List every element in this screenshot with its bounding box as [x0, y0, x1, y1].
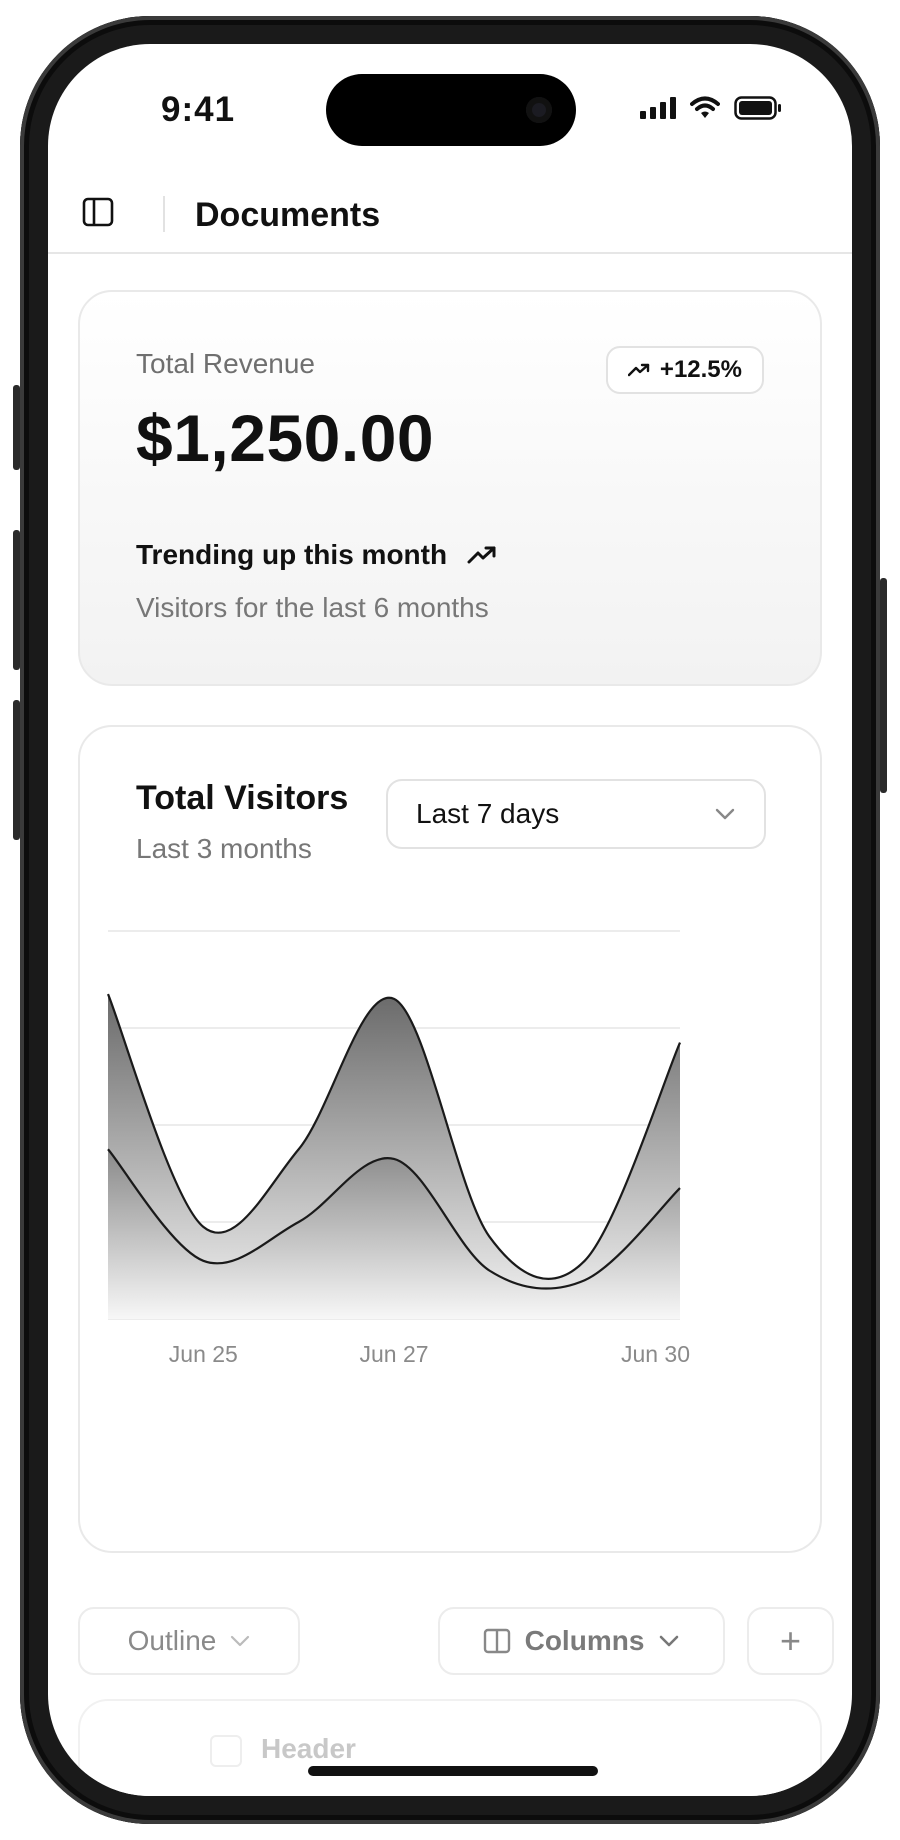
- revenue-subtext: Visitors for the last 6 months: [136, 592, 489, 623]
- visitors-area-chart: Jun 25 Jun 27 Jun 30: [106, 930, 690, 1367]
- outline-label: Outline: [127, 1625, 217, 1656]
- outline-select[interactable]: Outline: [78, 1607, 300, 1675]
- status-time: 9:41: [161, 90, 236, 129]
- columns-label: Columns: [524, 1625, 645, 1656]
- chevron-down-icon: [231, 1635, 250, 1647]
- page-title: Documents: [195, 196, 381, 234]
- x-tick-label: Jun 27: [359, 1341, 428, 1367]
- trend-text: Trending up this month: [136, 539, 448, 570]
- phone-screen: 9:41 Documents Total Revenue $1,250.00 +…: [48, 44, 852, 1796]
- sidebar-toggle-button[interactable]: [78, 192, 118, 232]
- action-button: [13, 385, 20, 470]
- data-table: Header: [78, 1699, 822, 1796]
- home-indicator[interactable]: [308, 1766, 598, 1776]
- trend-badge-value: +12.5%: [659, 356, 742, 383]
- revenue-card: Total Revenue $1,250.00 +12.5% Trending …: [78, 290, 822, 686]
- status-icons: [640, 96, 782, 120]
- columns-icon: [483, 1628, 510, 1654]
- camera-icon: [526, 97, 552, 123]
- app-header: Documents: [48, 174, 852, 254]
- x-tick-label: Jun 30: [621, 1341, 690, 1367]
- trend-summary: Trending up this month: [136, 539, 497, 571]
- power-button: [880, 578, 887, 793]
- plus-icon: +: [779, 1620, 802, 1661]
- volume-down-button: [13, 700, 20, 840]
- x-tick-label: Jun 25: [169, 1341, 238, 1367]
- revenue-label: Total Revenue: [136, 348, 316, 379]
- select-all-checkbox[interactable]: [210, 1735, 242, 1767]
- header-divider: [163, 196, 165, 232]
- wifi-icon: [690, 96, 720, 118]
- signal-icon: [640, 97, 676, 119]
- trending-up-icon: [467, 546, 496, 564]
- volume-up-button: [13, 530, 20, 670]
- trend-badge: +12.5%: [605, 346, 764, 394]
- table-header-label: Header: [261, 1733, 356, 1764]
- sidebar-icon: [82, 197, 114, 227]
- chevron-down-icon: [660, 1635, 679, 1647]
- visitors-card: Total Visitors Last 3 months Last 7 days…: [78, 725, 822, 1553]
- trending-up-icon: [627, 363, 650, 377]
- battery-icon: [734, 96, 781, 120]
- revenue-amount: $1,250.00: [136, 401, 435, 475]
- dynamic-island: [326, 74, 576, 146]
- columns-button[interactable]: Columns: [438, 1607, 725, 1675]
- add-section-button[interactable]: +: [747, 1607, 834, 1675]
